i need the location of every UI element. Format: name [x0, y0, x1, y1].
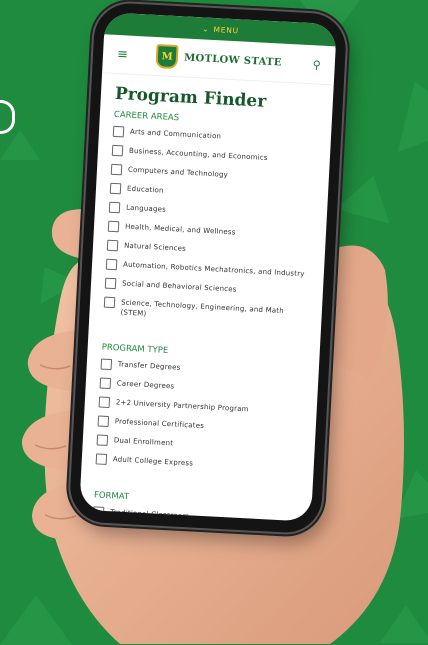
filter-checkbox[interactable]	[96, 434, 109, 446]
logo-letter: M	[161, 50, 173, 63]
filter-checkbox[interactable]	[103, 296, 116, 309]
filter-option[interactable]: 2+2 University Partnership Program	[98, 396, 303, 418]
filter-option-label: Education	[126, 184, 164, 195]
hamburger-icon[interactable]: ≡	[117, 46, 132, 62]
filter-checkbox[interactable]	[105, 258, 118, 271]
menu-label: MENU	[213, 24, 240, 35]
filter-checkbox[interactable]	[109, 182, 122, 195]
filter-option-label: Computers and Technology	[127, 165, 229, 179]
filter-option[interactable]: Arts and Communication	[112, 125, 317, 148]
filter-option[interactable]: Languages	[108, 201, 313, 224]
filter-option[interactable]: Education	[109, 182, 314, 205]
filter-option-label: Automation, Robotics Mechatronics, and I…	[122, 260, 305, 279]
filter-checkbox[interactable]	[110, 163, 123, 176]
filter-option-label: Adult College Express	[112, 455, 194, 468]
site-logo[interactable]: M MOTLOW STATE	[155, 44, 283, 75]
filter-option[interactable]: Transfer Degrees	[100, 358, 305, 381]
phone-screen: ⌄ MENU ≡ M MOTLOW STATE ⚲ Program Finder…	[79, 12, 337, 522]
program-type-list: Transfer Degrees Career Degrees 2+2 Univer…	[95, 358, 305, 476]
brand-name: MOTLOW STATE	[183, 51, 282, 69]
filter-option[interactable]: Dual Enrollment	[96, 434, 301, 456]
page-title: Program Finder	[114, 83, 267, 112]
filter-option-label: Professional Certificates	[114, 417, 205, 431]
filter-option-label: Career Degrees	[116, 379, 175, 391]
filter-option-label: Health, Medical, and Wellness	[124, 222, 236, 237]
filter-option-label: Science, Technology, Engineering, and Ma…	[120, 298, 285, 318]
filter-option[interactable]: Professional Certificates	[97, 415, 302, 437]
filter-option[interactable]: Social and Behavioral Sciences	[104, 277, 309, 300]
filter-checkbox[interactable]	[104, 277, 117, 290]
phone-device: ⌄ MENU ≡ M MOTLOW STATE ⚲ Program Finder…	[68, 1, 348, 535]
filter-option-label: 2+2 University Partnership Program	[115, 398, 249, 414]
program-finder-content: Program Finder CAREER AREAS Arts and Com…	[79, 73, 334, 522]
filter-option-label: Natural Sciences	[123, 241, 187, 253]
filter-option-label: Arts and Communication	[129, 127, 222, 141]
filter-checkbox[interactable]	[106, 239, 119, 252]
filter-checkbox[interactable]	[95, 453, 108, 465]
filter-checkbox[interactable]	[92, 506, 105, 518]
filter-checkbox[interactable]	[108, 201, 121, 214]
filter-option-label: Business, Accounting, and Economics	[128, 146, 268, 162]
filter-option[interactable]: Science, Technology, Engineering, and Ma…	[103, 296, 308, 328]
filter-option-label: Transfer Degrees	[117, 360, 181, 372]
filter-checkbox[interactable]	[107, 220, 120, 233]
filter-checkbox[interactable]	[99, 377, 112, 390]
filter-checkbox[interactable]	[97, 415, 110, 428]
filter-option[interactable]: Automation, Robotics Mechatronics, and I…	[105, 258, 310, 281]
filter-option[interactable]: Natural Sciences	[106, 239, 311, 262]
filter-option-label: Dual Enrollment	[113, 436, 174, 448]
filter-checkbox[interactable]	[111, 144, 124, 157]
filter-option[interactable]: Career Degrees	[99, 377, 304, 400]
career-areas-list: Arts and Communication Business, Accounti…	[103, 125, 317, 328]
filter-option-label: Traditional Classroom	[109, 508, 190, 521]
filter-option[interactable]: Computers and Technology	[110, 163, 315, 186]
filter-option[interactable]: Business, Accounting, and Economics	[111, 144, 316, 167]
filter-option-label: Languages	[125, 203, 167, 214]
shield-logo-icon: M	[155, 44, 179, 70]
filter-checkbox[interactable]	[100, 358, 113, 371]
filter-option-label: Social and Behavioral Sciences	[121, 279, 237, 294]
filter-option[interactable]: Adult College Express	[95, 453, 300, 475]
filter-checkbox[interactable]	[98, 396, 111, 409]
chevron-down-icon: ⌄	[201, 23, 210, 34]
filter-option[interactable]: Health, Medical, and Wellness	[107, 220, 312, 243]
filter-checkbox[interactable]	[112, 125, 125, 138]
search-icon[interactable]: ⚲	[306, 57, 321, 71]
